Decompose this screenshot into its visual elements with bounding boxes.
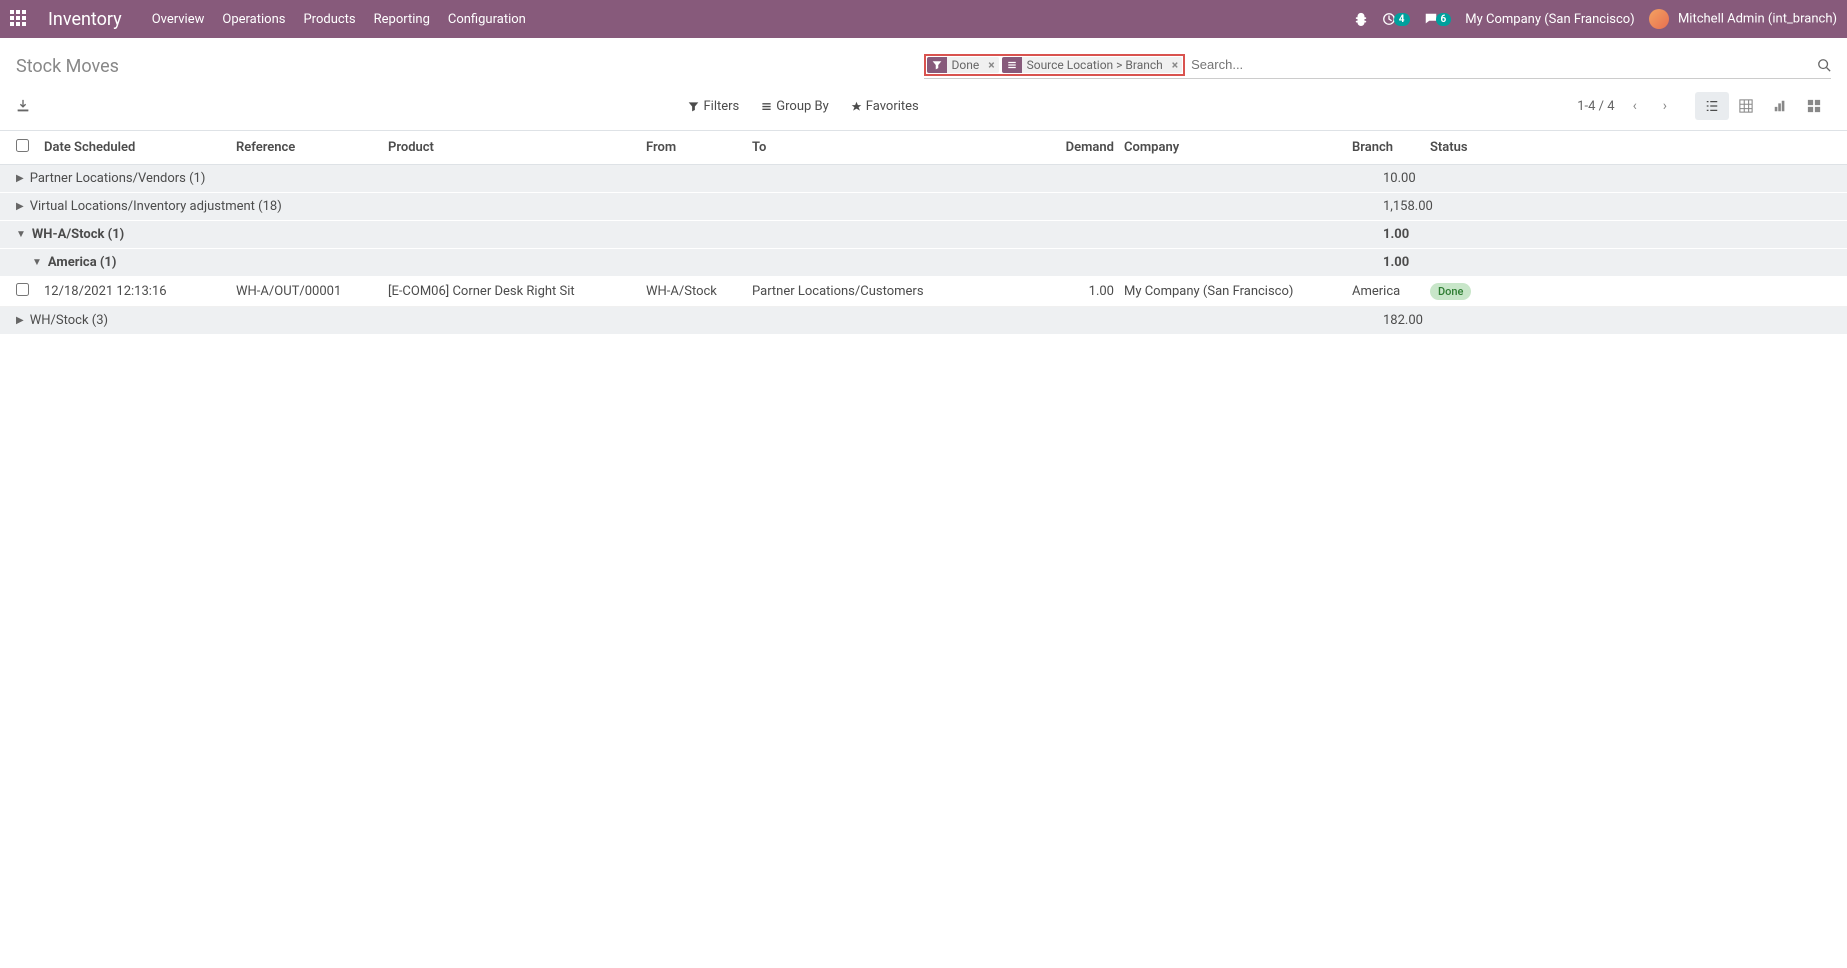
messages-badge: 6 [1436,13,1452,26]
cell-status: Done [1430,284,1510,299]
nav-configuration[interactable]: Configuration [448,12,526,27]
group-row[interactable]: ▶ Partner Locations/Vendors (1) 10.00 [0,165,1847,193]
export-button[interactable] [16,99,30,113]
groupby-button[interactable]: Group By [761,99,829,114]
pivot-view-button[interactable] [1797,92,1831,120]
search-icon[interactable] [1817,58,1831,72]
kanban-view-button[interactable] [1729,92,1763,120]
graph-view-button[interactable] [1763,92,1797,120]
favorites-button[interactable]: Favorites [851,99,919,114]
app-title[interactable]: Inventory [48,9,122,30]
group-row[interactable]: ▼ America (1) 1.00 [0,249,1847,277]
cell-from: WH-A/Stock [646,284,752,299]
search-facets-highlight: Done × Source Location > Branch × [924,54,1186,76]
cell-to: Partner Locations/Customers [752,284,1056,299]
group-demand: 1,158.00 [1383,199,1831,214]
filters-label: Filters [703,99,739,114]
user-menu[interactable]: Mitchell Admin (int_branch) [1649,9,1837,29]
table-header: Date Scheduled Reference Product From To… [0,131,1847,165]
group-demand: 182.00 [1383,313,1831,328]
favorites-label: Favorites [866,99,919,114]
groupby-label: Group By [776,99,829,114]
cell-date: 12/18/2021 12:13:16 [44,284,236,299]
group-icon [1002,57,1022,73]
topbar: Inventory Overview Operations Products R… [0,0,1847,38]
company-selector[interactable]: My Company (San Francisco) [1465,12,1634,27]
col-ref[interactable]: Reference [236,140,388,155]
activity-badge: 4 [1394,13,1410,26]
caret-down-icon: ▼ [16,229,26,240]
filter-facet-label: Done [947,58,985,72]
nav-reporting[interactable]: Reporting [374,12,430,27]
group-row[interactable]: ▶ WH/Stock (3) 182.00 [0,307,1847,335]
breadcrumb: Stock Moves [16,56,119,77]
user-name: Mitchell Admin (int_branch) [1678,11,1837,26]
nav-products[interactable]: Products [303,12,355,27]
col-branch[interactable]: Branch [1352,140,1430,155]
nav-menu: Overview Operations Products Reporting C… [152,12,526,27]
pager-next[interactable]: › [1655,94,1675,118]
group-demand: 10.00 [1383,171,1831,186]
col-from[interactable]: From [646,140,752,155]
search-input[interactable] [1185,53,1817,76]
messages-icon[interactable]: 6 [1424,12,1452,26]
activity-icon[interactable]: 4 [1382,12,1410,26]
group-demand: 1.00 [1383,255,1831,270]
list-view-button[interactable] [1695,92,1729,120]
filters-button[interactable]: Filters [688,99,739,114]
group-facet: Source Location > Branch × [1002,57,1183,73]
debug-icon[interactable] [1354,12,1368,26]
caret-down-icon: ▼ [32,257,42,268]
group-row[interactable]: ▼ WH-A/Stock (1) 1.00 [0,221,1847,249]
caret-right-icon: ▶ [16,315,24,326]
cell-branch: America [1352,284,1430,299]
control-panel: Stock Moves Done × Source Location > Bra… [0,38,1847,131]
group-facet-label: Source Location > Branch [1022,58,1168,72]
topbar-right: 4 6 My Company (San Francisco) Mitchell … [1354,9,1837,29]
nav-operations[interactable]: Operations [222,12,285,27]
view-switcher [1695,92,1831,120]
col-company[interactable]: Company [1114,140,1352,155]
col-status[interactable]: Status [1430,140,1510,155]
table-row[interactable]: 12/18/2021 12:13:16 WH-A/OUT/00001 [E-CO… [0,277,1847,307]
col-product[interactable]: Product [388,140,646,155]
data-table: Date Scheduled Reference Product From To… [0,131,1847,335]
group-label: WH-A/Stock (1) [32,227,124,242]
col-demand[interactable]: Demand [1056,140,1114,155]
search-bar[interactable]: Done × Source Location > Branch × [924,53,1832,79]
cell-product: [E-COM06] Corner Desk Right Sit [388,284,646,299]
group-facet-remove[interactable]: × [1168,58,1182,72]
group-row[interactable]: ▶ Virtual Locations/Inventory adjustment… [0,193,1847,221]
nav-overview[interactable]: Overview [152,12,205,27]
apps-icon[interactable] [10,10,28,28]
select-all-checkbox[interactable] [16,139,29,152]
group-label: Virtual Locations/Inventory adjustment (… [30,199,282,214]
caret-right-icon: ▶ [16,173,24,184]
group-label: Partner Locations/Vendors (1) [30,171,206,186]
status-badge: Done [1430,283,1471,300]
caret-right-icon: ▶ [16,201,24,212]
pager-prev[interactable]: ‹ [1625,94,1645,118]
col-to[interactable]: To [752,140,1056,155]
filter-icon [927,57,947,73]
col-date[interactable]: Date Scheduled [44,140,236,155]
avatar [1649,9,1669,29]
filter-facet: Done × [927,57,999,73]
group-label: WH/Stock (3) [30,313,108,328]
group-label: America (1) [48,255,117,270]
cell-demand: 1.00 [1056,284,1114,299]
pager-views: 1-4 / 4 ‹ › [1577,92,1831,120]
cell-company: My Company (San Francisco) [1114,284,1352,299]
search-toolbar: Filters Group By Favorites [688,99,918,114]
row-checkbox[interactable] [16,283,29,296]
group-demand: 1.00 [1383,227,1831,242]
filter-facet-remove[interactable]: × [984,58,998,72]
pager-text[interactable]: 1-4 / 4 [1577,99,1614,114]
cell-ref: WH-A/OUT/00001 [236,284,388,299]
